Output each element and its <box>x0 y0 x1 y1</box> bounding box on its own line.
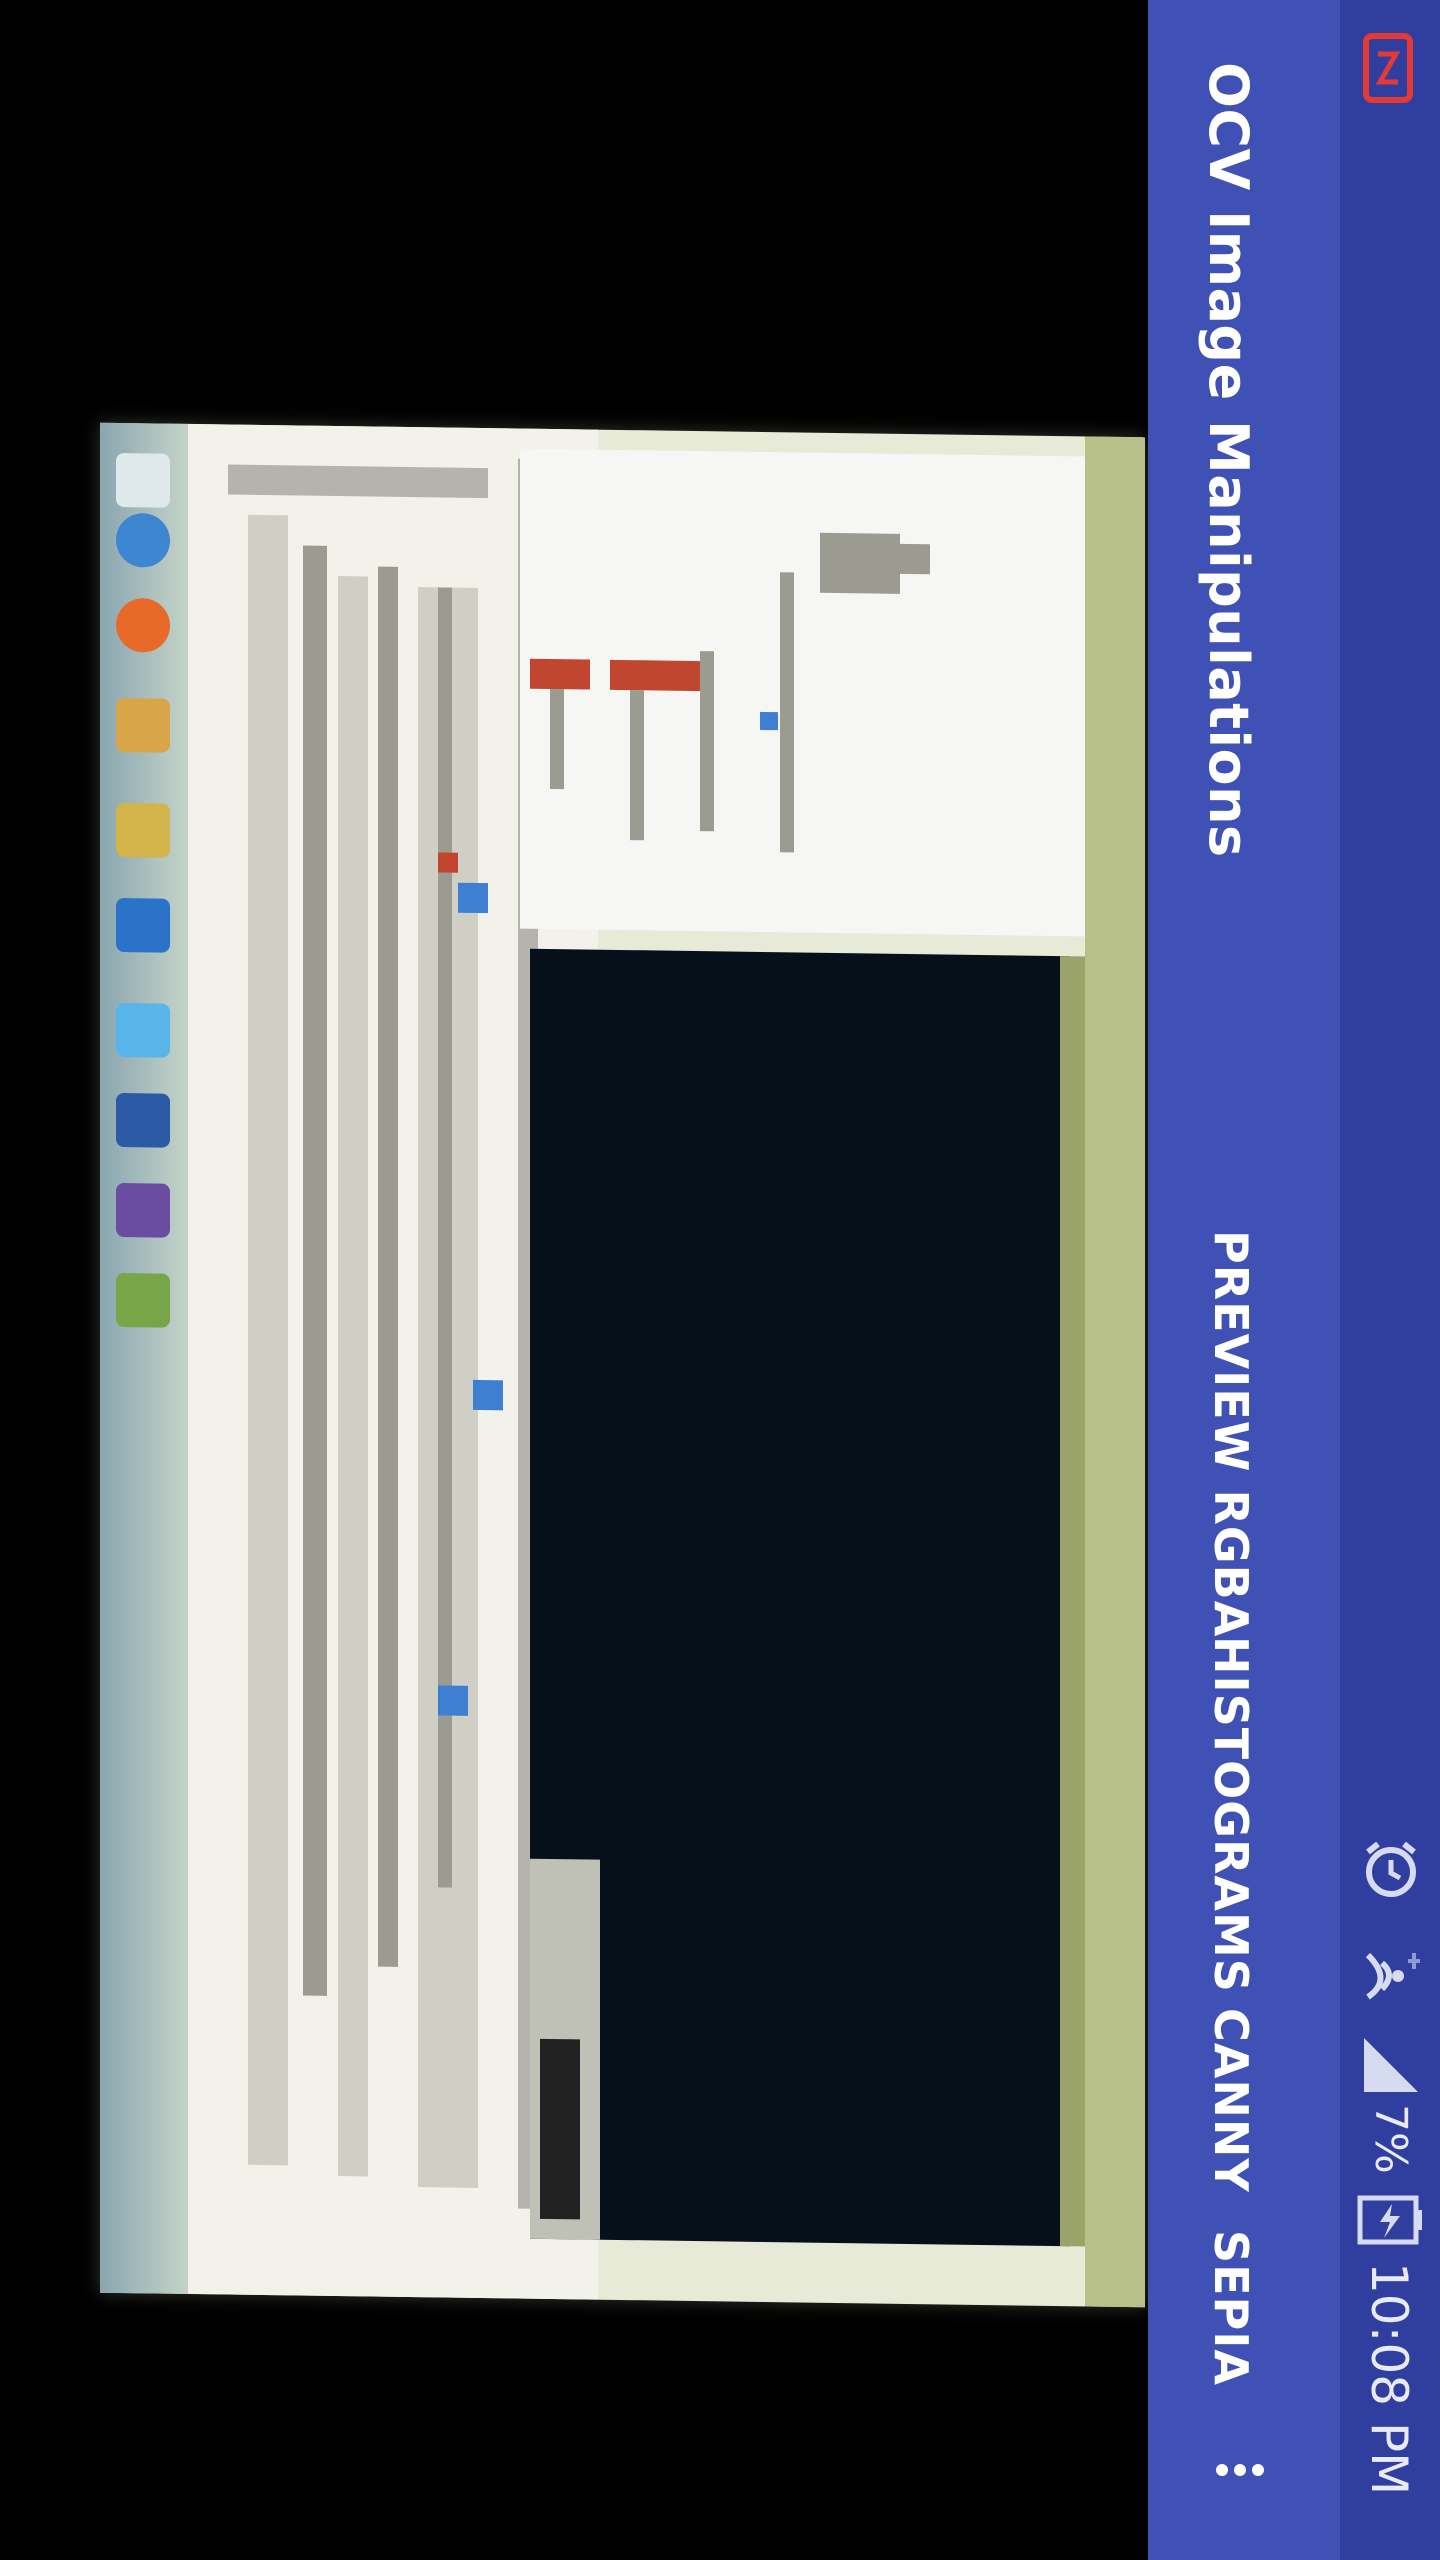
status-time: 10:08 PM <box>1360 2262 1418 2496</box>
android-studio-icon <box>116 1272 170 1328</box>
alarm-icon <box>1356 1836 1426 1906</box>
status-bar <box>1340 0 1440 2560</box>
photographed-monitor <box>100 422 1145 2308</box>
more-vert-icon[interactable] <box>1210 2440 1270 2500</box>
battery-percent: 7% <box>1365 2104 1416 2174</box>
folder-icon <box>116 697 170 753</box>
wifi-icon <box>1358 1935 1428 2005</box>
outlook-icon <box>116 1092 170 1148</box>
twitter-icon <box>116 1002 170 1058</box>
edge-icon <box>116 897 170 953</box>
app-icon <box>116 802 170 858</box>
ide-editor-dark <box>530 948 1070 2247</box>
histograms-button[interactable]: HISTOGRAMS <box>1204 1636 1258 1993</box>
start-icon <box>116 452 170 508</box>
battery-charging-icon <box>1356 2190 1426 2250</box>
firefox-icon <box>116 597 170 653</box>
notification-icon <box>1360 28 1416 108</box>
app-title: OCV Image Manipulations <box>1197 62 1260 858</box>
screen: OCV Image Manipulations PREVIEW RGBA HIS… <box>0 0 1440 2560</box>
visual-studio-icon <box>116 1182 170 1238</box>
ide-layout-preview <box>520 448 1085 937</box>
canny-button[interactable]: CANNY <box>1204 2008 1258 2193</box>
camera-preview[interactable] <box>0 0 1148 2560</box>
sepia-button[interactable]: SEPIA <box>1204 2230 1258 2386</box>
ide-file-tabs <box>1060 956 1088 2247</box>
chrome-icon <box>116 512 170 568</box>
signal-icon <box>1356 2030 1426 2100</box>
ide-toolbar <box>1085 436 1145 2308</box>
taskbar <box>100 422 188 2294</box>
preview-rgba-button[interactable]: PREVIEW RGBA <box>1204 1230 1258 1637</box>
